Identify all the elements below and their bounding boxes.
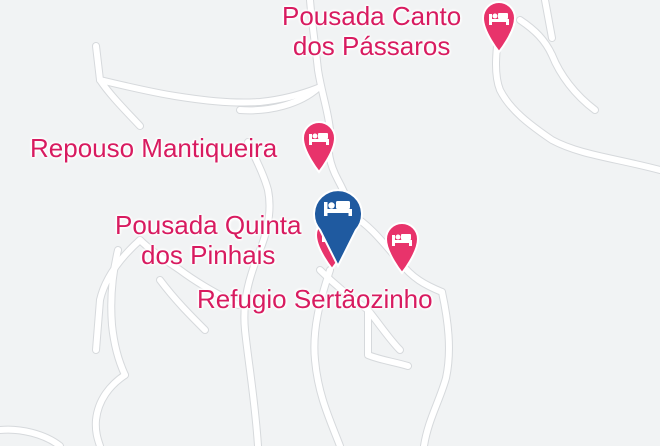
- map-pin-icon: [384, 222, 420, 275]
- poi-label-line: Refugio Sertãozinho: [197, 284, 433, 314]
- poi-label-pousada-quinta[interactable]: Pousada Quinta dos Pinhais: [115, 210, 301, 270]
- selected-map-pin-icon: [313, 189, 363, 269]
- poi-label-line: dos Pinhais: [141, 240, 276, 270]
- poi-label-line: Pousada Quinta: [115, 210, 302, 240]
- pin-repouso-mantiqueira[interactable]: [298, 120, 340, 174]
- road-segment: [93, 43, 103, 83]
- pin-refugio-sertaozinho[interactable]: [381, 221, 423, 275]
- poi-label-line: Repouso Mantiqueira: [30, 133, 278, 163]
- road-segment: [493, 32, 660, 173]
- road-segment: [421, 289, 452, 446]
- map-canvas[interactable]: Pousada Canto dos Pássaros Repouso Manti…: [0, 0, 660, 446]
- poi-label-line: Pousada Canto: [282, 1, 462, 31]
- poi-label-repouso-mantiqueira[interactable]: Repouso Mantiqueira: [30, 133, 277, 163]
- road-segment: [549, 52, 598, 113]
- poi-label-pousada-canto[interactable]: Pousada Canto dos Pássaros: [282, 1, 461, 61]
- poi-label-line: dos Pássaros: [292, 31, 451, 61]
- selected-hotel-pin[interactable]: [310, 186, 366, 270]
- road-segment: [93, 297, 103, 353]
- map-pin-icon: [481, 1, 517, 54]
- pin-pousada-canto[interactable]: [478, 0, 520, 54]
- map-pin-icon: [301, 121, 337, 174]
- road-segment: [542, 0, 555, 41]
- poi-label-refugio-sertaozinho[interactable]: Refugio Sertãozinho: [197, 284, 433, 314]
